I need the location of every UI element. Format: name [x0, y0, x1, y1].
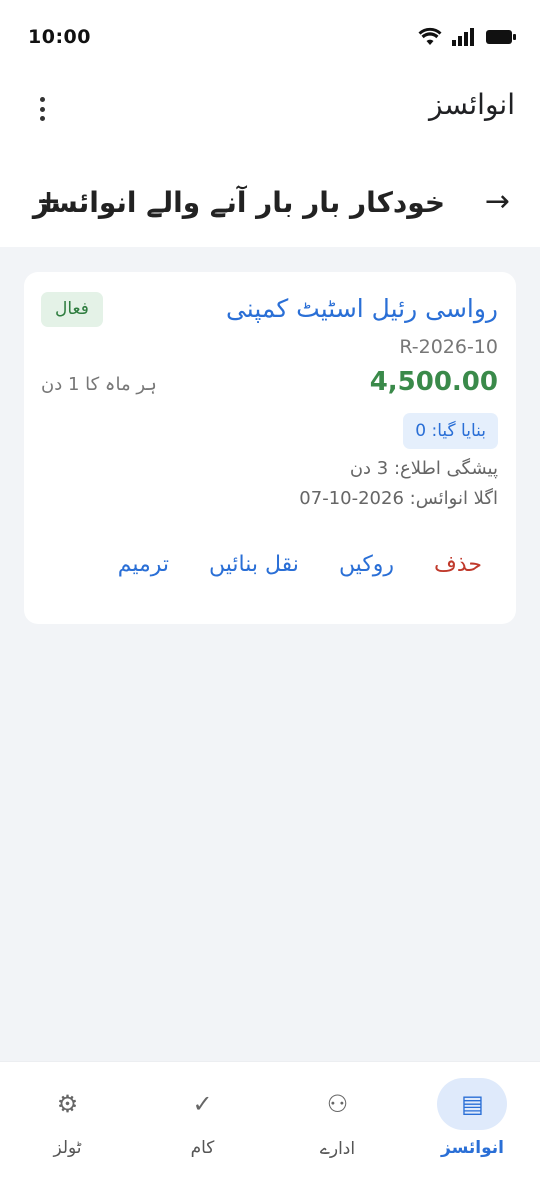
top-area: 10:00 انوائسز → خودکار بار بار آنے والے … [0, 0, 540, 247]
recurring-invoice-card[interactable]: رواسی رئیل اسٹیٹ کمپنی فعال R-2026-10 4,… [24, 272, 516, 624]
invoice-number: R-2026-10 [399, 336, 498, 358]
card-actions: ترمیم نقل بنائیں روکیں حذف [118, 552, 482, 577]
invoice-list-icon: ▤ [461, 1090, 484, 1118]
status-time: 10:00 [28, 26, 91, 48]
edit-button[interactable]: ترمیم [118, 552, 169, 577]
section-title: خودکار بار بار آنے والے انوائسز [32, 186, 445, 219]
check-icon: ✓ [192, 1090, 213, 1118]
pause-button[interactable]: روکیں [339, 552, 394, 577]
bottom-nav: ▤ انوائسز ⚇ ادارے ✓ کام ⚙ ٹولز [0, 1061, 540, 1181]
customer-name: رواسی رئیل اسٹیٹ کمپنی [225, 294, 498, 323]
nav-label: کام [190, 1138, 215, 1158]
advance-notice-text: پیشگی اطلاع: 3 دن [349, 458, 498, 479]
menu-dot [39, 116, 45, 121]
status-badge: فعال [41, 292, 103, 327]
menu-dot [39, 97, 45, 102]
nav-item-invoices[interactable]: ▤ انوائسز [405, 1062, 540, 1181]
page-title: انوائسز [428, 88, 515, 121]
menu-dot [39, 106, 45, 112]
battery-icon [486, 30, 516, 44]
nav-label: ٹولز [53, 1138, 82, 1158]
more-vert-icon[interactable] [30, 94, 54, 124]
next-invoice-date: اگلا انوائس: 2026-10-07 [299, 488, 498, 509]
screen: 10:00 انوائسز → خودکار بار بار آنے والے … [0, 0, 540, 1181]
nav-label: ادارے [319, 1139, 356, 1159]
status-icons [418, 26, 516, 48]
plus-icon[interactable]: + [36, 184, 61, 220]
invoice-amount: 4,500.00 [369, 367, 498, 397]
created-count-badge: بنایا گیا: 0 [403, 413, 498, 449]
duplicate-button[interactable]: نقل بنائیں [209, 552, 299, 577]
wifi-icon [418, 27, 442, 45]
frequency-text: ہر ماہ کا 1 دن [41, 374, 157, 395]
arrow-right-icon[interactable]: → [485, 184, 510, 220]
nav-label: انوائسز [441, 1138, 504, 1158]
nav-item-entities[interactable]: ⚇ ادارے [270, 1062, 405, 1181]
nav-item-tools[interactable]: ⚙ ٹولز [0, 1062, 135, 1181]
tools-gear-icon: ⚙ [56, 1090, 79, 1118]
signal-icon [452, 28, 474, 46]
nav-item-tasks[interactable]: ✓ کام [135, 1062, 270, 1181]
entities-icon: ⚇ [326, 1090, 349, 1118]
delete-button[interactable]: حذف [434, 552, 482, 577]
